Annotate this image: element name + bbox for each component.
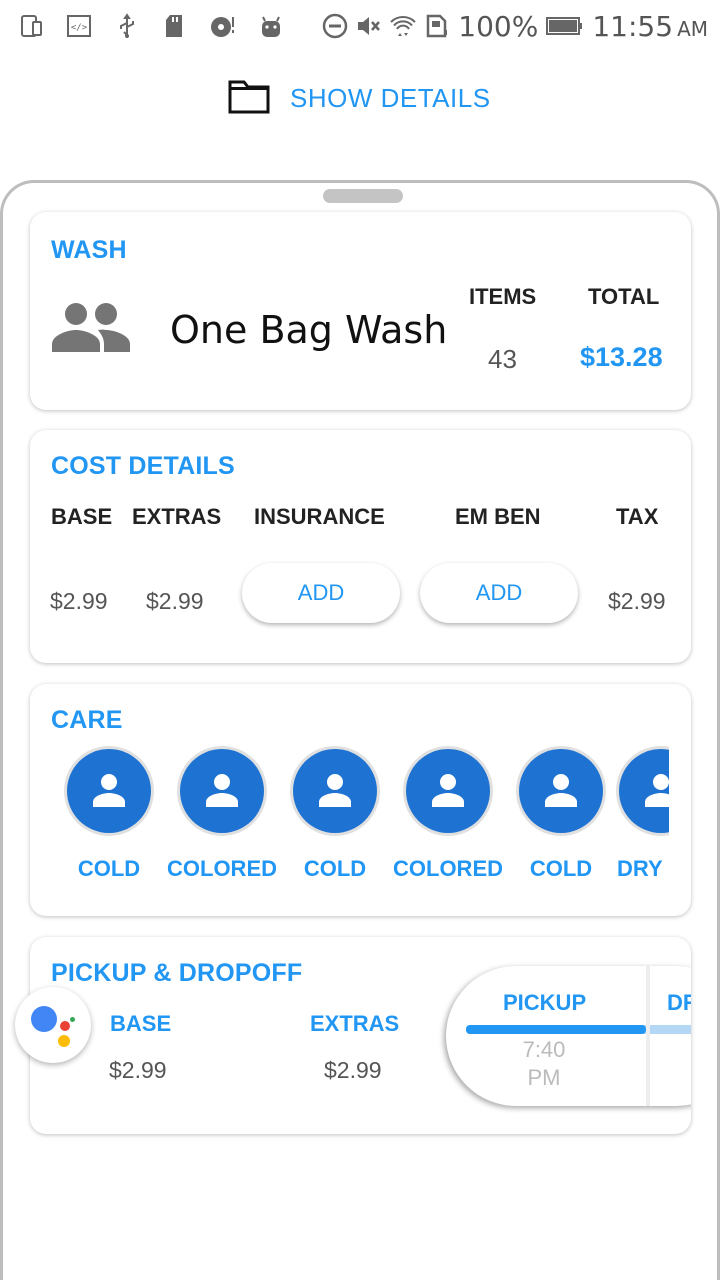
tax-header: TAX: [616, 504, 659, 529]
care-option-label: COLD: [529, 856, 593, 881]
pickup-base-label: BASE: [110, 1011, 172, 1036]
show-details-button[interactable]: SHOW DETAILS: [228, 78, 491, 118]
care-option[interactable]: COLORED: [167, 746, 286, 906]
folder-icon: [228, 78, 270, 119]
pickup-extras-value: $2.99: [324, 1057, 382, 1083]
pickup-time[interactable]: 7:40 PM: [504, 1036, 584, 1092]
items-value: 43: [488, 344, 517, 374]
add-em-ben-button[interactable]: ADD: [420, 563, 578, 623]
add-insurance-button[interactable]: ADD: [242, 563, 400, 623]
wash-name: One Bag Wash: [170, 308, 448, 352]
person-icon: [519, 749, 603, 833]
extras-value: $2.99: [146, 588, 204, 614]
dnd-icon: [322, 13, 348, 39]
care-option[interactable]: COLORED: [393, 746, 512, 906]
assistant-icon[interactable]: [15, 987, 91, 1063]
tax-value: $2.99: [608, 588, 666, 614]
total-label: TOTAL: [588, 284, 660, 309]
sdcard-icon: [162, 13, 188, 39]
base-value: $2.99: [50, 588, 108, 614]
code-icon: </>: [66, 13, 92, 39]
insurance-header: INSURANCE: [254, 504, 385, 529]
battery-percent: 100%: [458, 9, 539, 43]
person-icon: [180, 749, 264, 833]
cost-details-title: COST DETAILS: [51, 452, 235, 480]
base-header: BASE: [51, 504, 113, 529]
clock: 11:55 AM: [592, 10, 708, 43]
usb-icon: [114, 13, 140, 39]
items-label: ITEMS: [469, 284, 537, 309]
pill-divider: [646, 966, 650, 1106]
cost-details-card: COST DETAILS BASE EXTRAS INSURANCE EM BE…: [30, 430, 691, 663]
care-options-list[interactable]: COLD COLORED COLD COLORED COLD DRY: [51, 746, 669, 906]
assistant-dot-green: [70, 1017, 75, 1022]
sheet-drag-handle[interactable]: [323, 189, 403, 203]
svg-text:</>: </>: [71, 23, 88, 33]
care-option-label: COLORED: [393, 856, 503, 881]
care-option[interactable]: COLD: [286, 746, 399, 906]
care-option-label: COLORED: [167, 856, 277, 881]
clock-ampm: AM: [677, 16, 708, 41]
em-ben-header: EM BEN: [455, 504, 541, 529]
show-details-label: SHOW DETAILS: [290, 82, 491, 113]
wifi-icon: [390, 13, 417, 39]
assistant-dot-blue: [31, 1006, 57, 1032]
pickup-time-ampm: PM: [527, 1065, 561, 1090]
pickup-dropoff-title: PICKUP & DROPOFF: [51, 959, 303, 987]
person-icon: [619, 749, 669, 833]
wash-title: WASH: [51, 236, 127, 264]
android-icon: [258, 13, 284, 39]
disc-icon: [210, 13, 236, 39]
person-icon: [406, 749, 490, 833]
wash-card: WASH One Bag Wash ITEMS TOTAL 43 $13.28: [30, 212, 691, 410]
care-option-label: DRY: [617, 856, 663, 881]
assistant-dot-yellow: [58, 1035, 70, 1047]
time-progress-fill: [466, 1025, 646, 1034]
extras-header: EXTRAS: [132, 504, 222, 529]
care-option[interactable]: DRY: [612, 746, 669, 906]
sim-icon: [424, 13, 450, 39]
care-option-label: COLD: [303, 856, 367, 881]
time-progress-track: [466, 1025, 691, 1034]
tablet-icon: [18, 13, 44, 39]
person-icon: [67, 749, 151, 833]
care-card: CARE COLD COLORED COLD COLORED COLD DRY: [30, 684, 691, 916]
care-option[interactable]: COLD: [60, 746, 173, 906]
pickup-dropoff-time-selector[interactable]: PICKUP DROPOFF 7:40 PM: [446, 966, 691, 1106]
pickup-tab[interactable]: PICKUP: [503, 990, 586, 1016]
care-option[interactable]: COLD: [512, 746, 625, 906]
people-icon: [52, 302, 130, 354]
care-title: CARE: [51, 706, 123, 734]
pickup-dropoff-card: PICKUP & DROPOFF BASE EXTRAS $2.99 $2.99…: [30, 937, 691, 1134]
pickup-extras-label: EXTRAS: [310, 1011, 400, 1036]
pickup-time-value: 7:40: [522, 1037, 566, 1062]
pickup-base-value: $2.99: [109, 1057, 167, 1083]
assistant-dot-red: [60, 1021, 70, 1031]
care-option-label: COLD: [77, 856, 141, 881]
mute-icon: [356, 13, 382, 39]
person-icon: [293, 749, 377, 833]
clock-time: 11:55: [592, 9, 674, 43]
total-value: $13.28: [580, 342, 663, 372]
dropoff-tab[interactable]: DROPOFF: [667, 990, 691, 1016]
status-bar: </> 100% 11:55 AM: [0, 0, 720, 52]
battery-icon: [546, 13, 584, 39]
